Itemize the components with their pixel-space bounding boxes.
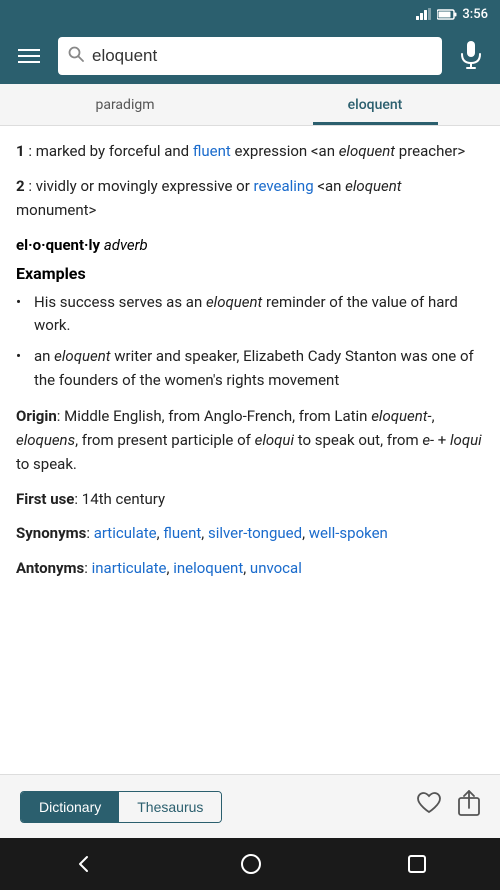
back-button[interactable]	[73, 853, 95, 875]
status-time: 3:56	[462, 7, 488, 22]
back-icon	[73, 853, 95, 875]
synonym-articulate[interactable]: articulate	[94, 524, 157, 542]
def1-text1: : marked by forceful and	[28, 142, 193, 160]
antonym-unvocal[interactable]: unvocal	[250, 559, 302, 577]
adverb-pos: adverb	[104, 236, 148, 254]
tab-paradigm-label: paradigm	[95, 97, 154, 113]
favorite-button[interactable]	[416, 790, 442, 823]
dict-thesaurus-toggle: Dictionary Thesaurus	[20, 791, 222, 823]
hamburger-line-3	[18, 61, 40, 63]
def2-number: 2	[16, 177, 25, 195]
recent-icon	[407, 854, 427, 874]
status-icons: 3:56	[416, 7, 488, 22]
nav-bar	[0, 838, 500, 890]
home-button[interactable]	[240, 853, 262, 875]
def2-link-revealing[interactable]: revealing	[254, 177, 314, 195]
syn-sep3: ,	[302, 524, 309, 542]
definition-2: 2 : vividly or movingly expressive or re…	[16, 175, 484, 222]
search-bar	[58, 37, 442, 75]
thesaurus-toggle-button[interactable]: Thesaurus	[119, 792, 221, 822]
hamburger-line-2	[18, 55, 40, 57]
antonym-ineloquent[interactable]: ineloquent	[173, 559, 243, 577]
hamburger-line-1	[18, 49, 40, 51]
battery-icon	[437, 9, 457, 20]
status-bar: 3:56	[0, 0, 500, 28]
antonym-inarticulate[interactable]: inarticulate	[92, 559, 167, 577]
synonyms-colon: :	[86, 524, 93, 542]
examples-list: His success serves as an eloquent remind…	[16, 291, 484, 392]
first-use-text: : 14th century	[74, 490, 165, 508]
examples-section: Examples His success serves as an eloque…	[16, 264, 484, 392]
origin-label: Origin	[16, 407, 57, 425]
antonyms-label: Antonyms	[16, 559, 84, 577]
bottom-bar: Dictionary Thesaurus	[0, 774, 500, 838]
tab-paradigm[interactable]: paradigm	[0, 84, 250, 125]
adverb-section: el·o·quent·ly adverb	[16, 236, 484, 254]
syn-sep2: ,	[201, 524, 208, 542]
header	[0, 28, 500, 84]
def1-link-fluent[interactable]: fluent	[193, 142, 231, 160]
hamburger-button[interactable]	[10, 41, 48, 71]
adverb-word: el·o·quent·ly	[16, 236, 100, 254]
first-use-label: First use	[16, 490, 74, 508]
synonym-silver-tongued[interactable]: silver-tongued	[208, 524, 302, 542]
content-area: 1 : marked by forceful and fluent expres…	[0, 126, 500, 774]
antonyms-colon: :	[84, 559, 91, 577]
synonyms-section: Synonyms: articulate, fluent, silver-ton…	[16, 522, 484, 545]
signal-icon	[416, 8, 432, 20]
recent-button[interactable]	[407, 854, 427, 874]
definition-1: 1 : marked by forceful and fluent expres…	[16, 140, 484, 163]
def1-text2: expression <an eloquent preacher>	[231, 142, 465, 160]
mic-icon	[460, 41, 482, 69]
def1-number: 1	[16, 142, 25, 160]
antonyms-section: Antonyms: inarticulate, ineloquent, unvo…	[16, 557, 484, 580]
tab-eloquent[interactable]: eloquent	[250, 84, 500, 125]
share-icon	[458, 790, 480, 816]
list-item: an eloquent writer and speaker, Elizabet…	[16, 345, 484, 392]
ant-sep2: ,	[243, 559, 250, 577]
bottom-actions	[416, 790, 480, 823]
tab-bar: paradigm eloquent	[0, 84, 500, 126]
synonym-well-spoken[interactable]: well-spoken	[309, 524, 388, 542]
home-icon	[240, 853, 262, 875]
def2-text1: : vividly or movingly expressive or	[28, 177, 253, 195]
search-input[interactable]	[92, 46, 432, 66]
search-icon	[68, 46, 84, 66]
list-item: His success serves as an eloquent remind…	[16, 291, 484, 338]
origin-text: : Middle English, from Anglo-French, fro…	[16, 407, 482, 473]
synonyms-label: Synonyms	[16, 524, 86, 542]
dictionary-toggle-button[interactable]: Dictionary	[21, 792, 119, 822]
origin-section: Origin: Middle English, from Anglo-Frenc…	[16, 404, 484, 476]
mic-button[interactable]	[452, 33, 490, 80]
share-button[interactable]	[458, 790, 480, 823]
examples-title: Examples	[16, 264, 484, 283]
first-use-section: First use: 14th century	[16, 490, 484, 508]
heart-icon	[416, 791, 442, 815]
tab-eloquent-label: eloquent	[348, 97, 403, 113]
synonym-fluent[interactable]: fluent	[163, 524, 201, 542]
